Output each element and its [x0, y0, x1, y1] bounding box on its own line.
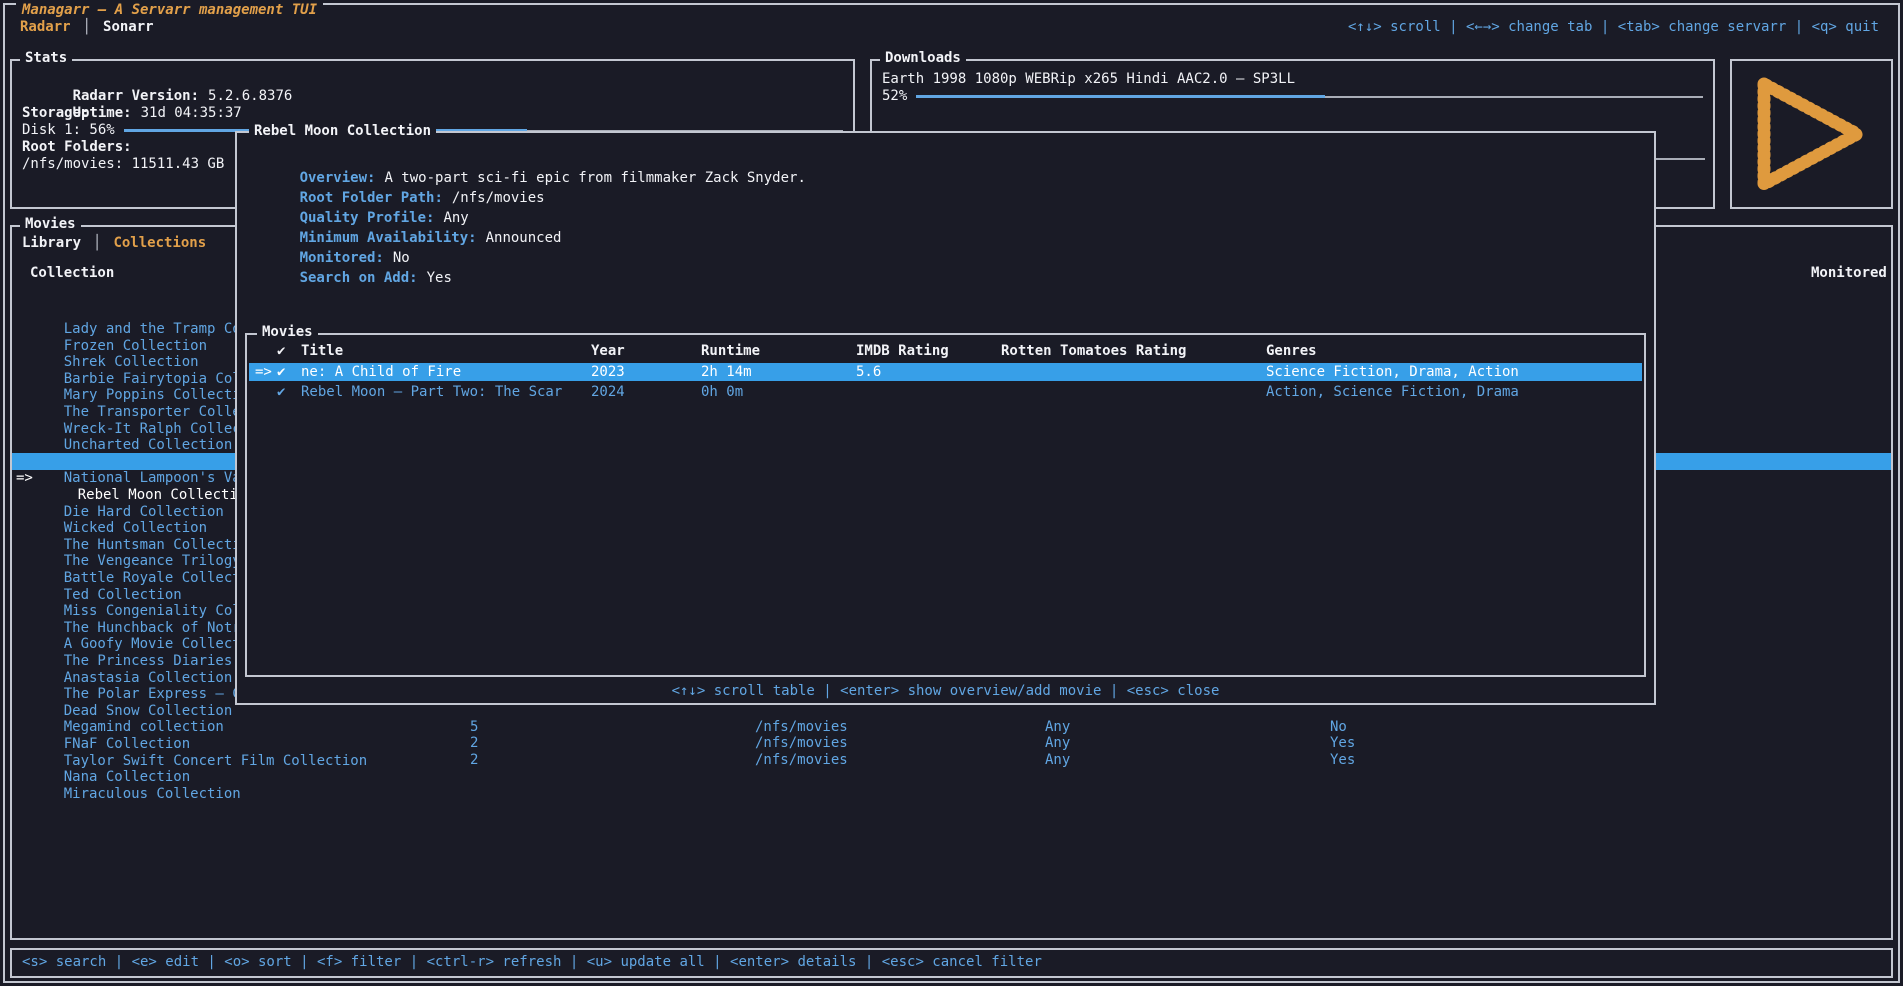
download-progress-line: 52%	[882, 88, 1703, 105]
collection-name: Miraculous Collection	[64, 786, 241, 803]
collection-row[interactable]: Taylor Swift Concert Film Collection 5 /…	[12, 719, 1891, 736]
detail-value: Yes	[427, 270, 452, 286]
storage-label: Storage:	[22, 105, 843, 122]
collection-name: Nana Collection	[64, 769, 190, 786]
detail-line-minimum-availability: Minimum Availability:Announced	[249, 211, 1642, 229]
uptime-line: Uptime:31d 04:35:37	[22, 88, 843, 105]
version-line: Radarr Version:5.2.6.8376	[22, 71, 843, 88]
detail-line-quality-profile: Quality Profile:Any	[249, 191, 1642, 209]
servarr-tabs: Radarr │ Sonarr	[20, 19, 154, 35]
collection-row[interactable]: Nana Collection 2 /nfs/movies Any Yes	[12, 735, 1891, 752]
year-column-header: Year	[591, 343, 625, 359]
runtime-column-header: Runtime	[701, 343, 760, 359]
collection-quality-profile: Any	[1045, 719, 1070, 736]
gauge-fill	[916, 95, 1325, 98]
movie-row[interactable]: ✔ Rebel Moon – Part Two: The Scar 2024 0…	[249, 383, 1642, 401]
movie-runtime: 0h 0m	[701, 383, 743, 401]
collection-details-popup: Rebel Moon Collection Overview:A two-par…	[235, 131, 1656, 705]
title-column-header: Title	[301, 343, 343, 359]
selection-marker: =>	[255, 363, 272, 381]
popup-movies-title: Movies	[257, 324, 318, 340]
detail-line-overview: Overview:A two-part sci-fi epic from fil…	[249, 151, 1642, 169]
collection-movie-count: 2	[470, 735, 478, 752]
gauge-track	[1325, 96, 1703, 98]
movie-row[interactable]: => ✔ ne: A Child of Fire 2023 2h 14m 5.6…	[249, 363, 1642, 381]
movie-genres: Action, Science Fiction, Drama	[1266, 383, 1519, 401]
disk-usage-label: Disk 1: 56%	[22, 122, 115, 139]
detail-line-monitored: Monitored:No	[249, 231, 1642, 249]
app-title: Managarr – A Servarr management TUI	[16, 2, 323, 18]
managarr-screen: Managarr – A Servarr management TUI Rada…	[0, 0, 1903, 986]
check-column-header: ✔	[277, 343, 285, 359]
top-keybinds: <↑↓> scroll | <←→> change tab | <tab> ch…	[1348, 19, 1879, 35]
checkmark-icon: ✔	[277, 363, 285, 381]
detail-line-root-folder: Root Folder Path:/nfs/movies	[249, 171, 1642, 189]
collection-root-folder: /nfs/movies	[755, 735, 848, 752]
collection-monitored: Yes	[1330, 752, 1355, 769]
download-progress-gauge	[916, 95, 1703, 98]
collection-root-folder: /nfs/movies	[755, 752, 848, 769]
collection-movie-count: 5	[470, 719, 478, 736]
play-logo-icon	[1751, 75, 1873, 193]
movie-runtime: 2h 14m	[701, 363, 752, 381]
collection-row[interactable]: Miraculous Collection 2 /nfs/movies Any …	[12, 752, 1891, 769]
collection-quality-profile: Any	[1045, 752, 1070, 769]
rotten-tomatoes-column-header: Rotten Tomatoes Rating	[1001, 343, 1186, 359]
collection-monitored: Yes	[1330, 735, 1355, 752]
movie-title: Rebel Moon – Part Two: The Scar	[301, 383, 562, 401]
stats-panel-title: Stats	[20, 50, 72, 66]
detail-label: Search on Add:	[300, 270, 418, 286]
detail-line-search-on-add: Search on Add:Yes	[249, 251, 1642, 269]
movie-genres: Science Fiction, Drama, Action	[1266, 363, 1519, 381]
movie-year: 2024	[591, 383, 625, 401]
downloads-panel-title: Downloads	[880, 50, 966, 66]
imdb-rating-column-header: IMDB Rating	[856, 343, 949, 359]
download-item-title: Earth 1998 1080p WEBRip x265 Hindi AAC2.…	[882, 71, 1703, 88]
collection-movie-count: 2	[470, 752, 478, 769]
movies-table-header: ✔ Title Year Runtime IMDB Rating Rotten …	[249, 343, 1642, 361]
collection-monitored: No	[1330, 719, 1347, 736]
logo-panel	[1730, 59, 1893, 209]
tab-radarr[interactable]: Radarr	[20, 19, 71, 35]
movie-title: ne: A Child of Fire	[301, 363, 461, 381]
download-percent: 52%	[882, 88, 907, 105]
popup-title: Rebel Moon Collection	[249, 123, 436, 139]
collection-quality-profile: Any	[1045, 735, 1070, 752]
bottom-keybinds: <s> search | <e> edit | <o> sort | <f> f…	[22, 954, 1042, 970]
popup-movies-table: Movies ✔ Title Year Runtime IMDB Rating …	[245, 333, 1646, 677]
popup-help: <↑↓> scroll table | <enter> show overvie…	[237, 683, 1654, 699]
collection-root-folder: /nfs/movies	[755, 719, 848, 736]
checkmark-icon: ✔	[277, 383, 285, 401]
footer-keybinds-bar: <s> search | <e> edit | <o> sort | <f> f…	[10, 948, 1893, 978]
tab-separator: │	[83, 19, 91, 35]
genres-column-header: Genres	[1266, 343, 1317, 359]
movie-year: 2023	[591, 363, 625, 381]
tab-sonarr[interactable]: Sonarr	[103, 19, 154, 35]
movie-imdb-rating: 5.6	[856, 363, 881, 381]
